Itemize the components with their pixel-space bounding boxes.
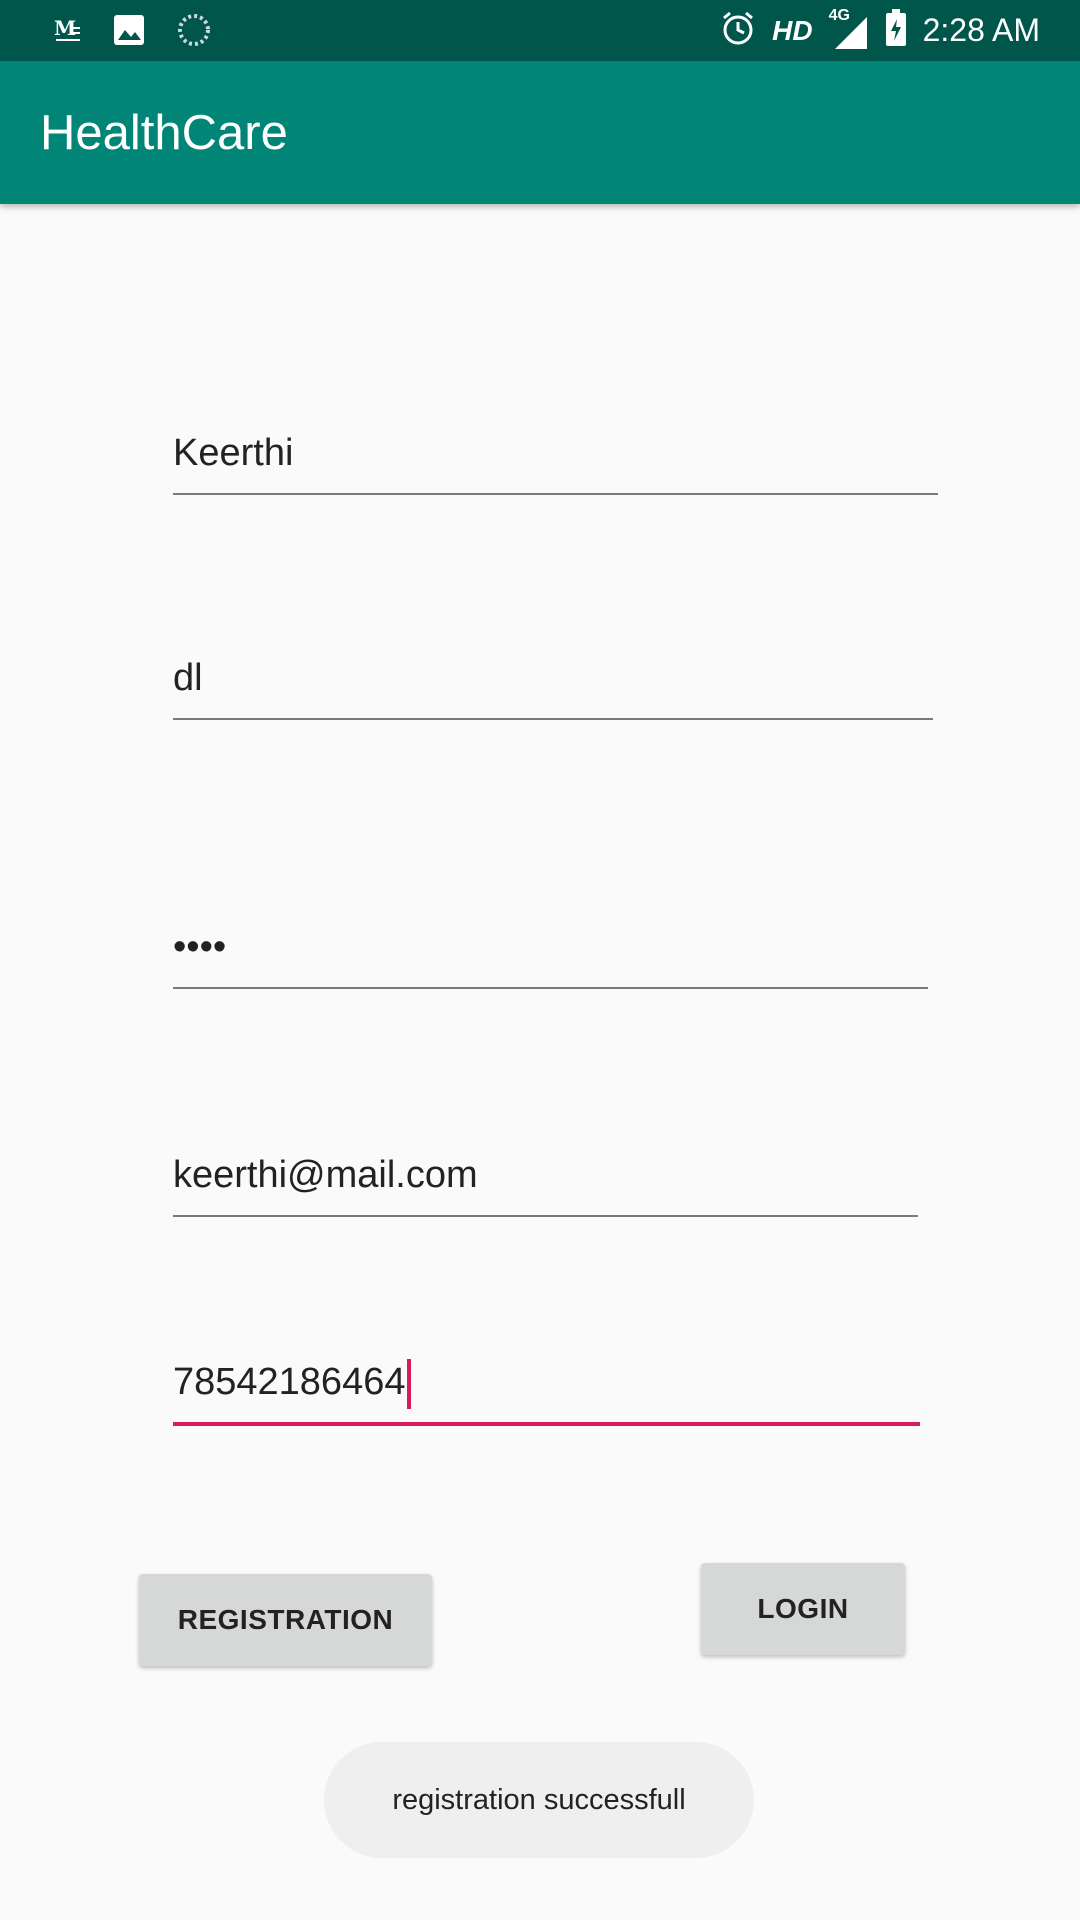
- sync-icon: [176, 12, 212, 53]
- gmail-icon: M: [52, 15, 82, 50]
- email-field[interactable]: keerthi@mail.com: [173, 1149, 918, 1217]
- network-hd-label: HD: [772, 14, 813, 46]
- login-button[interactable]: LOGIN: [701, 1563, 905, 1655]
- address-field[interactable]: dl: [173, 652, 933, 720]
- signal-icon: 4G: [829, 7, 869, 51]
- alarm-icon: [720, 10, 756, 51]
- username-field[interactable]: Keerthi: [173, 427, 938, 495]
- phone-field[interactable]: 78542186464: [173, 1356, 920, 1426]
- image-icon: [112, 13, 146, 52]
- app-bar: HealthCare: [0, 61, 1080, 204]
- password-value: ••••: [173, 926, 227, 968]
- text-cursor: [407, 1358, 412, 1409]
- password-field[interactable]: ••••: [173, 921, 928, 989]
- app-title: HealthCare: [40, 106, 288, 160]
- address-value: dl: [173, 657, 203, 699]
- phone-value: 78542186464: [173, 1361, 406, 1403]
- status-bar: M HD 4G 2:28 AM: [0, 0, 1080, 61]
- network-type-label: 4G: [828, 6, 850, 24]
- username-value: Keerthi: [173, 432, 294, 474]
- status-time: 2:28 AM: [922, 12, 1040, 48]
- email-value: keerthi@mail.com: [173, 1154, 478, 1196]
- toast-message: registration successfull: [324, 1742, 754, 1858]
- battery-charging-icon: [885, 9, 907, 52]
- registration-button[interactable]: REGISTRATION: [139, 1574, 432, 1666]
